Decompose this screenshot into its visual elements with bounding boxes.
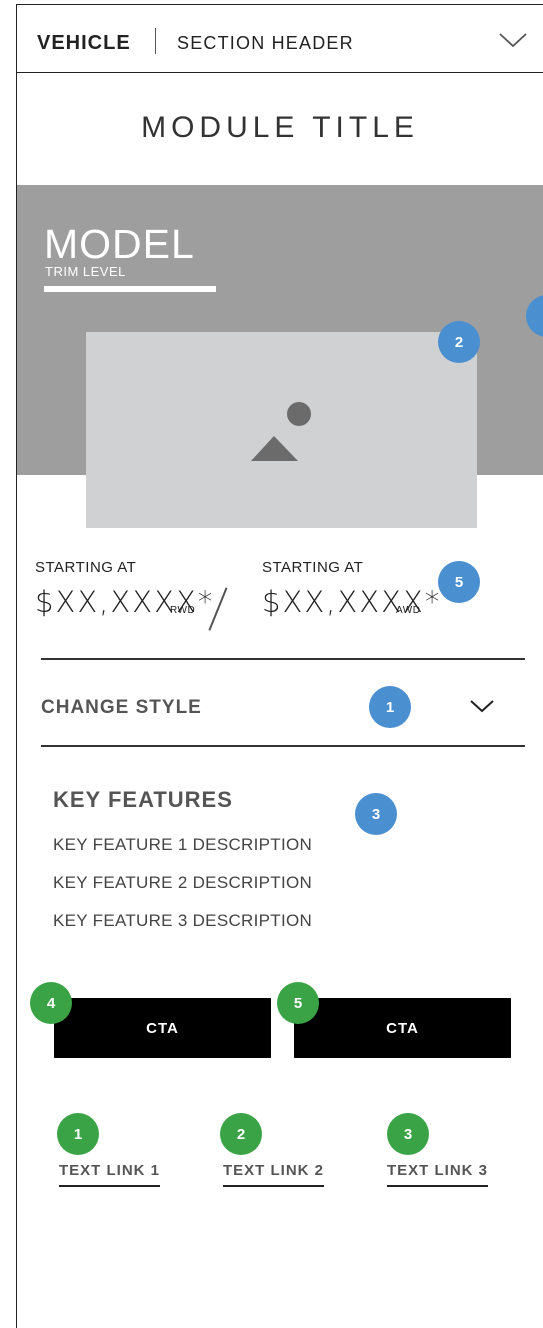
annotation-badge-3: 3 xyxy=(355,793,397,835)
key-features-title: KEY FEATURES xyxy=(53,787,233,812)
annotation-badge-1: 1 xyxy=(369,686,411,728)
divider-bottom xyxy=(41,745,525,747)
module-title: MODULE TITLE xyxy=(141,111,419,144)
annotation-badge-3: 3 xyxy=(387,1113,429,1155)
price-awd-label: STARTING AT xyxy=(262,559,364,576)
image-placeholder-icon xyxy=(251,402,311,461)
annotation-badge-4: 4 xyxy=(30,982,72,1024)
chevron-down-icon[interactable] xyxy=(469,698,495,714)
section-header-vehicle: VEHICLE xyxy=(37,32,131,54)
annotation-badge-2: 2 xyxy=(220,1113,262,1155)
annotation-badge-5: 5 xyxy=(277,982,319,1024)
section-header-divider xyxy=(155,28,156,54)
key-feature-item: KEY FEATURE 2 DESCRIPTION xyxy=(53,873,313,892)
trim-underline xyxy=(44,286,216,292)
text-link-1[interactable]: TEXT LINK 1 xyxy=(59,1162,161,1187)
key-feature-item: KEY FEATURE 1 DESCRIPTION xyxy=(53,835,313,854)
model-name: MODEL xyxy=(44,221,195,267)
price-awd-suffix: AWD xyxy=(396,605,421,616)
cta-button-primary[interactable]: CTA xyxy=(54,998,271,1058)
chevron-down-icon[interactable] xyxy=(498,31,528,49)
section-header[interactable]: VEHICLE SECTION HEADER xyxy=(17,5,543,73)
text-link-2[interactable]: TEXT LINK 2 xyxy=(223,1162,325,1187)
divider-top xyxy=(41,658,525,660)
section-header-title: SECTION HEADER xyxy=(177,33,354,53)
price-rwd-suffix: RWD xyxy=(170,605,196,616)
annotation-badge-2: 2 xyxy=(438,321,480,363)
cta-button-secondary[interactable]: CTA xyxy=(294,998,511,1058)
change-style-label[interactable]: CHANGE STYLE xyxy=(41,697,202,719)
price-rwd-label: STARTING AT xyxy=(35,559,137,576)
trim-level: TRIM LEVEL xyxy=(45,264,126,279)
key-feature-item: KEY FEATURE 3 DESCRIPTION xyxy=(53,911,313,930)
text-link-3[interactable]: TEXT LINK 3 xyxy=(387,1162,489,1187)
annotation-badge-1: 1 xyxy=(57,1113,99,1155)
page-frame: VEHICLE SECTION HEADER MODULE TITLE MODE… xyxy=(16,4,543,1328)
annotation-badge-5: 5 xyxy=(438,561,480,603)
vehicle-image-placeholder xyxy=(86,332,477,528)
